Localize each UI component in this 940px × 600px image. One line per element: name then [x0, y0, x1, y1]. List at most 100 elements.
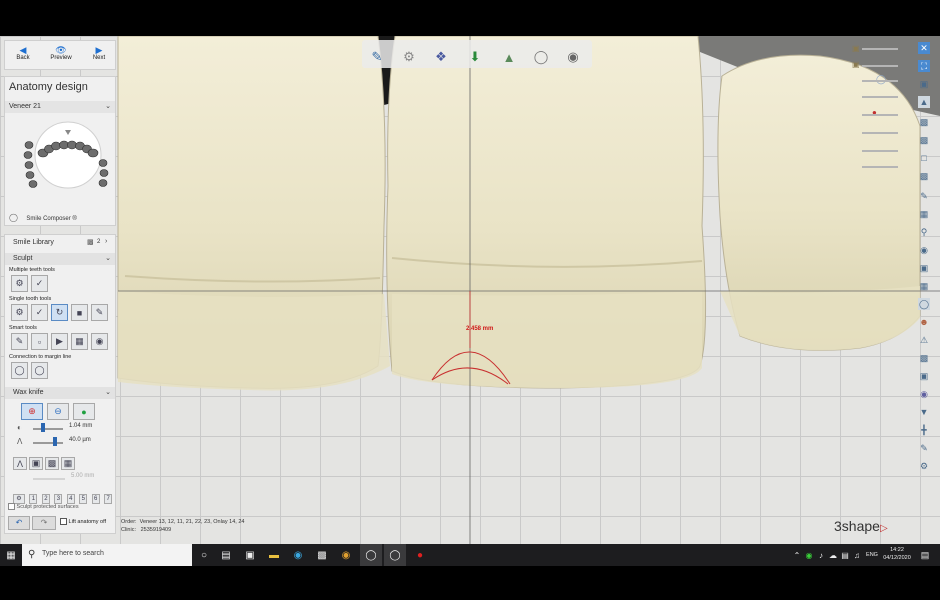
- next-button[interactable]: ▶ Next: [83, 45, 115, 61]
- margin-connect-tool-1[interactable]: ◯: [11, 362, 28, 379]
- warning-icon[interactable]: ⚠: [918, 334, 930, 346]
- app-icon-1[interactable]: ▩: [312, 544, 332, 566]
- status-icon[interactable]: ◉: [804, 544, 814, 566]
- 3d-viewport[interactable]: 2.458 mm ◀ Back 👁 Preview ▶ Next Anatomy…: [0, 36, 940, 544]
- view-icon-2[interactable]: ▩: [918, 116, 930, 128]
- multi-tooth-move-tool[interactable]: ⚙: [11, 275, 28, 292]
- view-icon-4[interactable]: □: [918, 152, 930, 164]
- smart-tool-2[interactable]: ▫: [31, 333, 48, 350]
- tooth-select[interactable]: Veneer 21 ⌄: [5, 101, 115, 113]
- shape-tool-4[interactable]: ▦: [61, 457, 75, 470]
- globe-icon[interactable]: ◉: [918, 388, 930, 400]
- settings-icon[interactable]: ⚙: [918, 460, 930, 472]
- view-icon-8[interactable]: ▣: [918, 262, 930, 274]
- download-icon[interactable]: ⬇: [464, 48, 486, 66]
- crown-icon[interactable]: ▲: [498, 48, 520, 66]
- opacity-slider-5[interactable]: [862, 114, 898, 116]
- digit-mode-icon[interactable]: ⚙: [13, 493, 25, 504]
- single-scale-tool[interactable]: ✓: [31, 304, 48, 321]
- sculpt-protected-checkbox[interactable]: Sculpt protected surfaces: [8, 503, 79, 510]
- tooth-side-icon[interactable]: ◯: [918, 298, 930, 310]
- single-wax-tool[interactable]: ✎: [91, 304, 108, 321]
- pencil-icon[interactable]: ✎: [366, 48, 388, 66]
- 3shape-app-icon-2[interactable]: ◯: [384, 544, 406, 566]
- search-zoom-icon[interactable]: ⚲: [918, 226, 930, 238]
- size-slider[interactable]: [33, 428, 63, 430]
- 3shape-app-icon-1[interactable]: ◯: [360, 544, 382, 566]
- shape-tool-2[interactable]: ▣: [29, 457, 43, 470]
- tooth-icon[interactable]: ◯: [530, 48, 552, 66]
- file-explorer-icon[interactable]: ▬: [264, 544, 284, 566]
- chrome-icon[interactable]: ◉: [336, 544, 356, 566]
- smart-tool-4[interactable]: ▦: [71, 333, 88, 350]
- view-icon-7[interactable]: ◉: [918, 244, 930, 256]
- opacity-slider-2[interactable]: [862, 65, 898, 67]
- notification-icon[interactable]: ▤: [916, 544, 934, 566]
- preview-button[interactable]: 👁 Preview: [45, 45, 77, 61]
- chevron-up-icon[interactable]: ⌃: [792, 544, 802, 566]
- sphere-icon[interactable]: ◉: [562, 48, 584, 66]
- smart-tool-3[interactable]: ▶: [51, 333, 68, 350]
- view-icon-3[interactable]: ▩: [918, 134, 930, 146]
- cortana-icon[interactable]: ○: [194, 544, 214, 566]
- shape-tool-3[interactable]: ▩: [45, 457, 59, 470]
- opacity-slider-6[interactable]: [862, 132, 898, 134]
- wax-knife-header[interactable]: Wax knife ⌄: [5, 387, 115, 399]
- volume-icon[interactable]: ♪: [816, 544, 826, 566]
- taskbar-search[interactable]: ⚲ Type here to search: [22, 544, 192, 566]
- single-move-tool[interactable]: ⚙: [11, 304, 28, 321]
- size-slider-thumb[interactable]: [41, 423, 45, 432]
- shape-tool-1[interactable]: Λ: [13, 457, 27, 470]
- view-icon-9[interactable]: ▦: [918, 280, 930, 292]
- lift-anatomy-checkbox[interactable]: Lift anatomy off: [60, 518, 106, 525]
- view-icon-10[interactable]: ▩: [918, 352, 930, 364]
- dental-arch-selector[interactable]: [13, 115, 113, 195]
- digit-6[interactable]: 6: [91, 494, 100, 504]
- face-icon[interactable]: ☻: [918, 316, 930, 328]
- digit-5[interactable]: 5: [79, 494, 88, 504]
- multi-tooth-scale-tool[interactable]: ✓: [31, 275, 48, 292]
- language-indicator[interactable]: ENG: [864, 544, 880, 566]
- fullscreen-icon[interactable]: ⛶: [918, 60, 930, 72]
- view-icon-1[interactable]: ▣: [918, 78, 930, 90]
- graduation-icon[interactable]: ▲: [918, 96, 930, 108]
- close-icon[interactable]: ✕: [918, 42, 930, 54]
- cloud-icon[interactable]: ☁: [828, 544, 838, 566]
- teeth-model[interactable]: [0, 36, 940, 544]
- plane-icon[interactable]: ╋: [918, 424, 930, 436]
- smart-tool-1[interactable]: ✎: [11, 333, 28, 350]
- opacity-slider-3[interactable]: [862, 80, 898, 82]
- strength-slider[interactable]: [33, 442, 63, 444]
- smile-composer-button[interactable]: ◯ Smile Composer ®: [9, 207, 77, 222]
- opacity-slider-7[interactable]: [862, 150, 898, 152]
- back-button[interactable]: ◀ Back: [7, 45, 39, 61]
- redo-button[interactable]: ↷: [32, 516, 56, 530]
- strength-slider-thumb[interactable]: [53, 437, 57, 446]
- single-morph-tool[interactable]: ■: [71, 304, 88, 321]
- single-rotate-tool[interactable]: ↻: [51, 304, 68, 321]
- add-wax-button[interactable]: ⊕: [21, 403, 43, 420]
- camera-icon[interactable]: ▣: [918, 370, 930, 382]
- opacity-slider-1[interactable]: [862, 48, 898, 50]
- articulator-icon[interactable]: ⚙: [398, 48, 420, 66]
- task-view-icon[interactable]: ▤: [216, 544, 236, 566]
- opacity-slider-8[interactable]: [862, 166, 898, 168]
- smart-tool-5[interactable]: ◉: [91, 333, 108, 350]
- margin-connect-tool-2[interactable]: ◯: [31, 362, 48, 379]
- implant-icon[interactable]: ❖: [430, 48, 452, 66]
- opacity-slider-4[interactable]: [862, 96, 898, 98]
- edge-icon[interactable]: ◉: [288, 544, 308, 566]
- smooth-wax-button[interactable]: ●: [73, 403, 95, 420]
- sculpt-header[interactable]: Sculpt ⌄: [5, 253, 115, 265]
- remove-wax-button[interactable]: ⊖: [47, 403, 69, 420]
- network-icon[interactable]: ▤: [840, 544, 850, 566]
- digit-7[interactable]: 7: [104, 494, 113, 504]
- clock[interactable]: 14:22 04/12/2020: [880, 546, 914, 562]
- view-icon-11[interactable]: ▼: [918, 406, 930, 418]
- speaker-icon[interactable]: ♫: [852, 544, 862, 566]
- view-icon-6[interactable]: ▦: [918, 208, 930, 220]
- store-icon[interactable]: ▣: [240, 544, 260, 566]
- smile-library-row[interactable]: Smile Library ▩ 2 ›: [5, 237, 115, 249]
- pencil-side-icon[interactable]: ✎: [918, 190, 930, 202]
- ruler-icon[interactable]: ✎: [918, 442, 930, 454]
